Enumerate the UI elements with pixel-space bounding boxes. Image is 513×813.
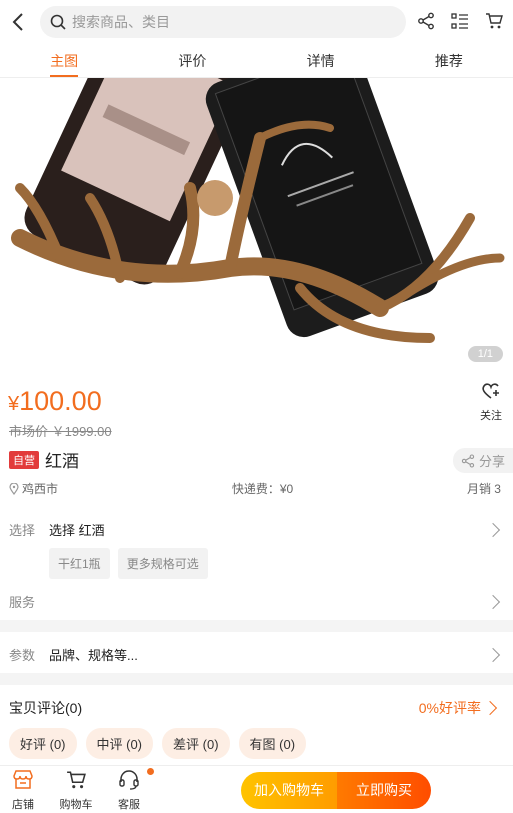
spec-value: 选择 红酒 [49, 523, 105, 538]
share-button[interactable] [415, 8, 437, 34]
location-pin-icon [9, 482, 19, 495]
self-operated-badge: 自营 [9, 450, 39, 469]
add-to-cart-button[interactable]: 加入购物车 [241, 772, 337, 809]
follow-button[interactable]: 关注 [479, 382, 503, 423]
params-row[interactable]: 参数 品牌、规格等... [9, 645, 504, 664]
reviews-title: 宝贝评论(0) [9, 700, 83, 716]
buy-now-button[interactable]: 立即购买 [337, 772, 431, 809]
category-button[interactable] [449, 8, 471, 34]
params-section: 参数 品牌、规格等... [0, 632, 513, 673]
cart-label: 购物车 [59, 799, 93, 811]
location-text: 鸡西市 [22, 482, 59, 496]
review-filter-neutral[interactable]: 中评 (0) [85, 728, 154, 759]
market-price: 市场价 ￥1999.00 [9, 424, 112, 439]
tab-main-image[interactable]: 主图 [0, 44, 128, 77]
location: 鸡西市 [9, 480, 58, 497]
image-counter: 1/1 [467, 346, 503, 362]
price-value: 100.00 [19, 386, 102, 416]
cart-nav-button[interactable]: 购物车 [56, 770, 96, 812]
service-label: 客服 [118, 799, 140, 811]
spec-selector[interactable]: 选择 选择 红酒 [9, 520, 504, 539]
list-icon [451, 13, 468, 29]
notification-dot [147, 768, 154, 775]
tab-recommend[interactable]: 推荐 [385, 44, 513, 77]
share-pill-button[interactable]: 分享 [452, 448, 513, 473]
chevron-right-icon [485, 594, 501, 609]
shipping-fee: 快递费：¥0 [231, 482, 294, 496]
wine-bottles-illustration [0, 78, 513, 372]
back-button[interactable] [0, 0, 36, 44]
review-filter-with-images[interactable]: 有图 (0) [238, 728, 307, 759]
product-image[interactable]: 1/1 [0, 78, 513, 372]
positive-rate-link[interactable]: 0%好评率 [419, 698, 501, 718]
share-label: 分享 [478, 454, 505, 469]
cart-icon [67, 771, 86, 789]
params-label: 参数 [9, 648, 36, 663]
search-input[interactable]: 搜索商品、类目 [40, 6, 406, 38]
price-symbol: ¥ [8, 393, 20, 415]
top-bar: 搜索商品、类目 [0, 0, 513, 44]
tab-bar: 主图 评价 详情 推荐 [0, 44, 513, 78]
store-button[interactable]: 店铺 [3, 770, 43, 812]
cart-button[interactable] [483, 8, 505, 34]
spec-option[interactable]: 更多规格可选 [117, 548, 208, 579]
follow-label: 关注 [480, 410, 502, 422]
params-value: 品牌、规格等... [49, 648, 138, 663]
product-title: 红酒 [45, 452, 79, 471]
review-filter-negative[interactable]: 差评 (0) [162, 728, 230, 759]
product-meta: 鸡西市 快递费：¥0 月销 3 [9, 480, 501, 497]
reviews-section: 宝贝评论(0) 0%好评率 好评 (0) 中评 (0) 差评 (0) 有图 (0… [0, 685, 513, 765]
tab-reviews[interactable]: 评价 [128, 44, 256, 77]
bottom-action-bar: 店铺 购物车 客服 加入购物车 立即购买 [0, 765, 513, 813]
tab-details[interactable]: 详情 [257, 44, 385, 77]
cart-icon [486, 13, 503, 29]
service-row[interactable]: 服务 [9, 592, 504, 611]
search-icon [50, 14, 66, 30]
customer-service-button[interactable]: 客服 [109, 770, 149, 812]
spec-label: 选择 [9, 523, 36, 538]
store-label: 店铺 [12, 799, 34, 811]
heart-plus-icon [482, 383, 499, 399]
positive-rate: 0%好评率 [418, 700, 481, 716]
price: ¥100.00 [8, 386, 102, 417]
chevron-right-icon [485, 647, 501, 662]
chevron-right-icon [482, 700, 498, 716]
review-filter-positive[interactable]: 好评 (0) [9, 728, 77, 759]
store-icon [13, 770, 33, 789]
spec-option[interactable]: 干红1瓶 [49, 548, 110, 579]
share-icon [461, 453, 475, 468]
chevron-left-icon [12, 13, 23, 31]
headset-icon [119, 770, 139, 790]
search-placeholder: 搜索商品、类目 [72, 14, 170, 30]
monthly-sales: 月销 3 [466, 482, 501, 496]
chevron-right-icon [485, 522, 501, 537]
service-label: 服务 [9, 595, 36, 610]
product-info: ¥100.00 市场价 ￥1999.00 关注 自营 红酒 分享 鸡西市 快递费… [0, 372, 513, 620]
share-icon [418, 12, 434, 30]
